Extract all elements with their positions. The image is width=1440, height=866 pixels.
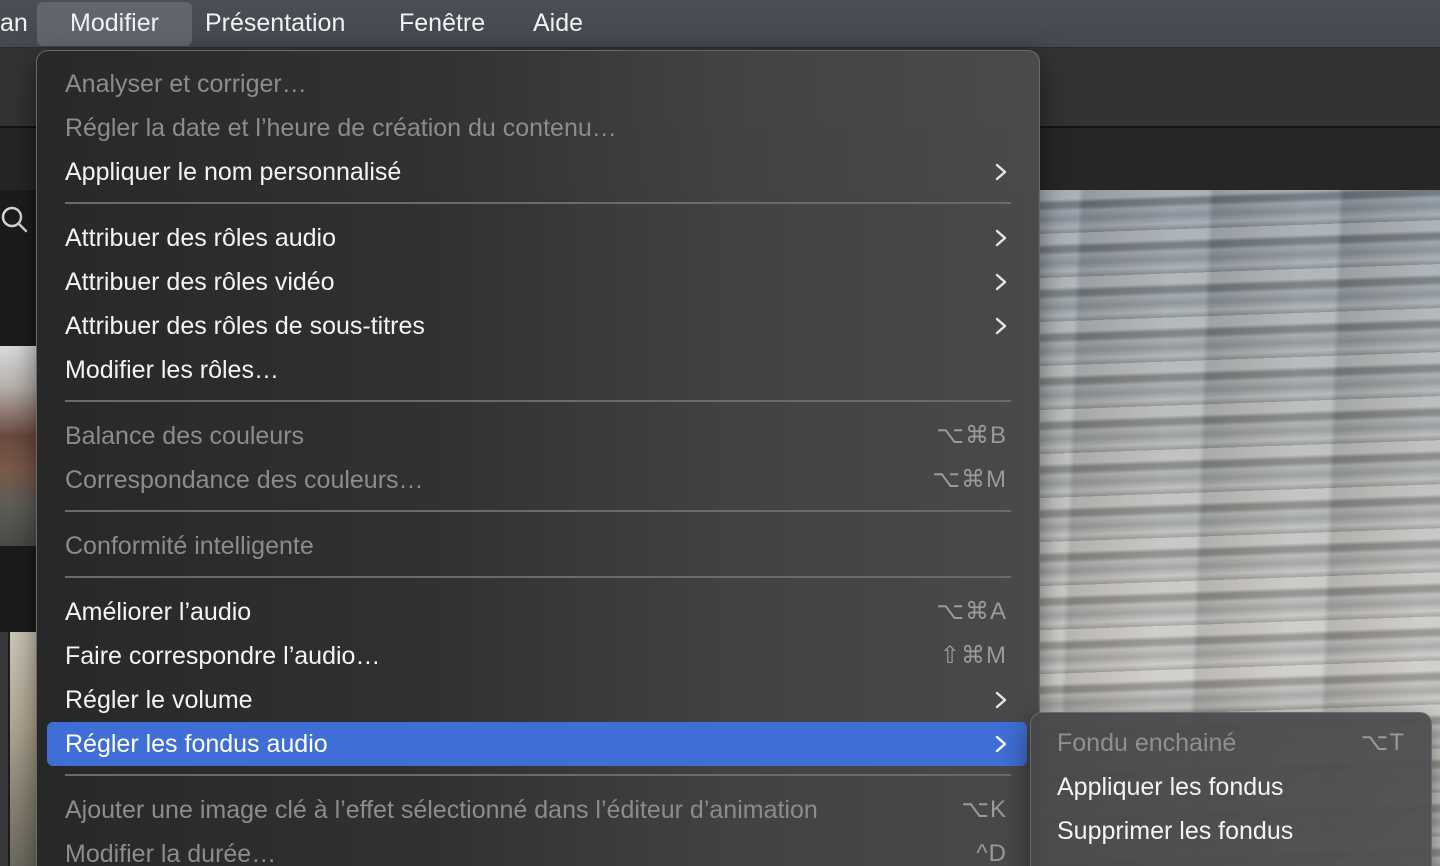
- menu-item-shortcut: ⇧⌘M: [939, 642, 1007, 669]
- fondus-audio-submenu: Fondu enchainé ⌥T Appliquer les fondus S…: [1030, 712, 1432, 866]
- menu-item-label: Modifier les rôles…: [65, 356, 279, 384]
- clip-thumbnail-edge: [0, 632, 8, 866]
- search-icon[interactable]: [0, 196, 36, 242]
- menu-bar: an Modifier Présentation Fenêtre Aide: [0, 0, 1440, 48]
- menubar-item-modifier[interactable]: Modifier: [37, 2, 192, 46]
- chevron-right-icon: [995, 229, 1007, 247]
- submenu-item-label: Appliquer les fondus: [1057, 773, 1284, 801]
- menu-item-label: Correspondance des couleurs…: [65, 466, 424, 494]
- menu-item-conformite-intelligente[interactable]: Conformité intelligente: [47, 524, 1027, 568]
- menu-item-label: Conformité intelligente: [65, 532, 314, 560]
- menu-item-label: Faire correspondre l’audio…: [65, 642, 381, 670]
- menu-item-label: Régler les fondus audio: [65, 730, 328, 758]
- menu-item-label: Balance des couleurs: [65, 422, 305, 450]
- menu-item-roles-sous-titres[interactable]: Attribuer des rôles de sous-titres: [47, 304, 1027, 348]
- menu-item-ameliorer-audio[interactable]: Améliorer l’audio ⌥⌘A: [47, 590, 1027, 634]
- chevron-right-icon: [995, 735, 1007, 753]
- menu-item-label: Améliorer l’audio: [65, 598, 252, 626]
- clip-thumbnail[interactable]: [0, 346, 36, 546]
- menu-item-label: Régler le volume: [65, 686, 253, 714]
- menu-item-regler-volume[interactable]: Régler le volume: [47, 678, 1027, 722]
- menu-item-shortcut: ⌥K: [961, 796, 1007, 823]
- chevron-right-icon: [995, 273, 1007, 291]
- menu-item-faire-correspondre-audio[interactable]: Faire correspondre l’audio… ⇧⌘M: [47, 634, 1027, 678]
- menu-item-regler-fondus-audio[interactable]: Régler les fondus audio: [47, 722, 1027, 766]
- menu-separator: [65, 774, 1011, 776]
- menu-item-ajouter-image-cle[interactable]: Ajouter une image clé à l’effet sélectio…: [47, 788, 1027, 832]
- menu-separator: [65, 510, 1011, 512]
- menu-item-label: Attribuer des rôles vidéo: [65, 268, 335, 296]
- menu-item-balance-couleurs[interactable]: Balance des couleurs ⌥⌘B: [47, 414, 1027, 458]
- menu-item-label: Régler la date et l’heure de création du…: [65, 114, 617, 142]
- submenu-item-appliquer-fondus[interactable]: Appliquer les fondus: [1039, 765, 1423, 809]
- menu-item-roles-video[interactable]: Attribuer des rôles vidéo: [47, 260, 1027, 304]
- menu-item-appliquer-nom[interactable]: Appliquer le nom personnalisé: [47, 150, 1027, 194]
- chevron-right-icon: [995, 691, 1007, 709]
- menu-item-correspondance-couleurs[interactable]: Correspondance des couleurs… ⌥⌘M: [47, 458, 1027, 502]
- chevron-right-icon: [995, 317, 1007, 335]
- menu-item-label: Ajouter une image clé à l’effet sélectio…: [65, 796, 818, 824]
- menu-item-label: Modifier la durée…: [65, 840, 277, 866]
- menu-item-shortcut: ⌥⌘B: [936, 422, 1007, 449]
- menu-item-label: Appliquer le nom personnalisé: [65, 158, 402, 186]
- screen: an Modifier Présentation Fenêtre Aide An…: [0, 0, 1440, 866]
- clip-thumbnail[interactable]: [10, 632, 36, 866]
- menu-separator: [65, 400, 1011, 402]
- submenu-item-label: Supprimer les fondus: [1057, 817, 1294, 845]
- submenu-item-shortcut: ⌥T: [1360, 729, 1405, 756]
- menubar-item-fenetre[interactable]: Fenêtre: [378, 2, 506, 46]
- menu-item-modifier-duree[interactable]: Modifier la durée… ^D: [47, 832, 1027, 866]
- submenu-item-fondu-enchaine[interactable]: Fondu enchainé ⌥T: [1039, 721, 1423, 765]
- menu-item-analyser-corriger[interactable]: Analyser et corriger…: [47, 62, 1027, 106]
- menu-item-label: Attribuer des rôles de sous-titres: [65, 312, 425, 340]
- menu-item-label: Attribuer des rôles audio: [65, 224, 336, 252]
- menu-separator: [65, 576, 1011, 578]
- submenu-item-supprimer-fondus[interactable]: Supprimer les fondus: [1039, 809, 1423, 853]
- submenu-item-label: Fondu enchainé: [1057, 729, 1237, 757]
- menubar-item-presentation[interactable]: Présentation: [184, 2, 366, 46]
- menu-item-shortcut: ⌥⌘M: [932, 466, 1007, 493]
- menu-item-shortcut: ⌥⌘A: [936, 598, 1007, 625]
- menu-separator: [65, 202, 1011, 204]
- menu-item-roles-audio[interactable]: Attribuer des rôles audio: [47, 216, 1027, 260]
- menu-item-regler-date[interactable]: Régler la date et l’heure de création du…: [47, 106, 1027, 150]
- menubar-item-aide[interactable]: Aide: [512, 2, 604, 46]
- menu-item-label: Analyser et corriger…: [65, 70, 307, 98]
- modifier-menu: Analyser et corriger… Régler la date et …: [36, 50, 1040, 866]
- menu-item-shortcut: ^D: [976, 840, 1007, 866]
- menu-item-modifier-roles[interactable]: Modifier les rôles…: [47, 348, 1027, 392]
- chevron-right-icon: [995, 163, 1007, 181]
